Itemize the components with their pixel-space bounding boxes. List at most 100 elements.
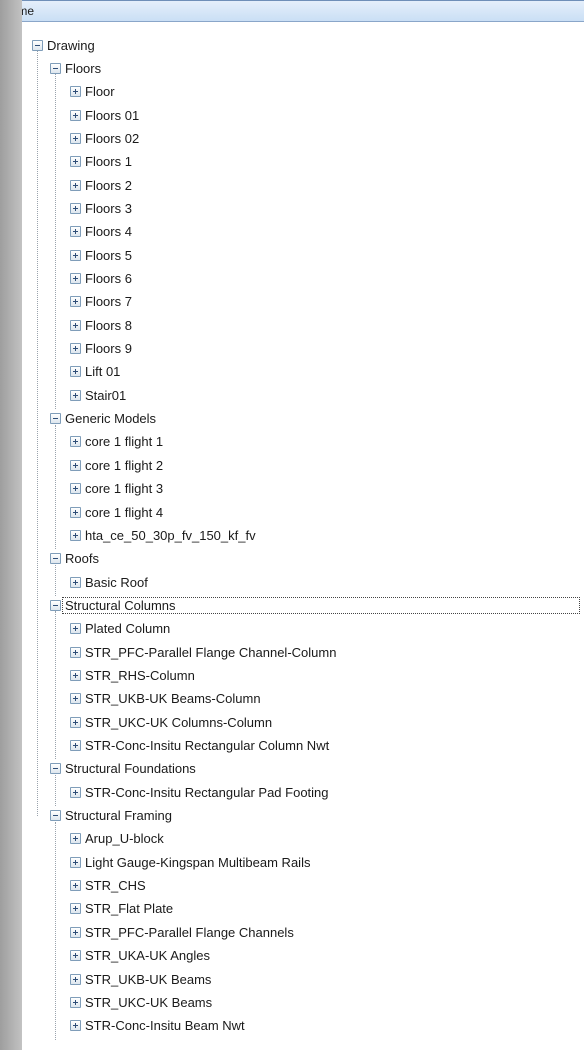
tree-node-label: Floors 3: [85, 200, 132, 216]
expand-icon[interactable]: [70, 1020, 81, 1032]
expand-icon[interactable]: [70, 249, 81, 261]
expand-icon[interactable]: [70, 319, 81, 331]
tree-node-structural-foundations[interactable]: Structural Foundations: [50, 760, 196, 778]
expand-icon[interactable]: [70, 950, 81, 962]
tree-node-floors-2[interactable]: Floors 2: [70, 176, 132, 194]
expand-icon[interactable]: [70, 833, 81, 845]
tree-node-str-ukb-uk-beams[interactable]: STR_UKB-UK Beams: [70, 970, 211, 988]
tree-node-str-ukc-uk-columns-column[interactable]: STR_UKC-UK Columns-Column: [70, 713, 272, 731]
tree-node-floors-8[interactable]: Floors 8: [70, 316, 132, 334]
tree-node-floors-1[interactable]: Floors 1: [70, 153, 132, 171]
tree-node-generic-models[interactable]: Generic Models: [50, 410, 156, 428]
expand-icon[interactable]: [70, 156, 81, 168]
collapse-icon[interactable]: [50, 599, 61, 611]
tree-node-core-1-flight-3[interactable]: core 1 flight 3: [70, 480, 163, 498]
expand-icon[interactable]: [70, 506, 81, 518]
tree-node-core-1-flight-4[interactable]: core 1 flight 4: [70, 503, 163, 521]
tree-node-str-uka-uk-angles[interactable]: STR_UKA-UK Angles: [70, 947, 210, 965]
expand-icon[interactable]: [70, 880, 81, 892]
expand-icon[interactable]: [70, 109, 81, 121]
tree-node-floors-4[interactable]: Floors 4: [70, 223, 132, 241]
collapse-icon[interactable]: [50, 763, 61, 775]
expand-icon[interactable]: [70, 856, 81, 868]
collapse-icon[interactable]: [50, 413, 61, 425]
tree-node-label: Structural Columns: [62, 596, 580, 614]
tree-node-floors-02[interactable]: Floors 02: [70, 129, 139, 147]
tree-node-label: STR_UKB-UK Beams-Column: [85, 691, 261, 707]
expand-icon[interactable]: [70, 366, 81, 378]
tree-node-floors-01[interactable]: Floors 01: [70, 106, 139, 124]
tree-node-floors-3[interactable]: Floors 3: [70, 199, 132, 217]
tree-node-stair01[interactable]: Stair01: [70, 386, 126, 404]
expand-icon[interactable]: [70, 296, 81, 308]
tree-node-floors[interactable]: Floors: [50, 59, 101, 77]
tree-node-structural-framing[interactable]: Structural Framing: [50, 807, 172, 825]
expand-icon[interactable]: [70, 996, 81, 1008]
expand-icon[interactable]: [70, 132, 81, 144]
tree-node-str-conc-insitu-rectangular-column-nwt[interactable]: STR-Conc-Insitu Rectangular Column Nwt: [70, 737, 329, 755]
expand-icon[interactable]: [70, 343, 81, 355]
tree-node-label: Drawing: [47, 37, 95, 53]
expand-icon[interactable]: [70, 669, 81, 681]
tree-node-str-conc-insitu-beam-nwt[interactable]: STR-Conc-Insitu Beam Nwt: [70, 1017, 245, 1035]
tree-node-core-1-flight-2[interactable]: core 1 flight 2: [70, 456, 163, 474]
expand-icon[interactable]: [70, 926, 81, 938]
tree-node-str-ukc-uk-beams[interactable]: STR_UKC-UK Beams: [70, 993, 212, 1011]
expand-icon[interactable]: [70, 459, 81, 471]
expand-icon[interactable]: [70, 179, 81, 191]
column-header[interactable]: Name: [22, 0, 584, 22]
tree-node-str-conc-insitu-rectangular-pad-footing[interactable]: STR-Conc-Insitu Rectangular Pad Footing: [70, 783, 329, 801]
expand-icon[interactable]: [70, 576, 81, 588]
expand-icon[interactable]: [70, 693, 81, 705]
expand-icon[interactable]: [70, 436, 81, 448]
tree-node-arup-u-block[interactable]: Arup_U-block: [70, 830, 164, 848]
tree-node-hta-ce-50-30p-fv-150-kf-fv[interactable]: hta_ce_50_30p_fv_150_kf_fv: [70, 526, 256, 544]
expand-icon[interactable]: [70, 903, 81, 915]
collapse-icon[interactable]: [50, 810, 61, 822]
tree-node-floors-7[interactable]: Floors 7: [70, 293, 132, 311]
expand-icon[interactable]: [70, 973, 81, 985]
expand-icon[interactable]: [70, 389, 81, 401]
tree-node-str-chs[interactable]: STR_CHS: [70, 877, 146, 895]
tree-node-str-ukb-uk-beams-column[interactable]: STR_UKB-UK Beams-Column: [70, 690, 261, 708]
tree-guide-line: [55, 821, 56, 1040]
tree-node-basic-roof[interactable]: Basic Roof: [70, 573, 148, 591]
tree-node-drawing[interactable]: Drawing: [32, 36, 95, 54]
expand-icon[interactable]: [70, 529, 81, 541]
tree-node-plated-column[interactable]: Plated Column: [70, 620, 170, 638]
tree-node-core-1-flight-1[interactable]: core 1 flight 1: [70, 433, 163, 451]
expand-icon[interactable]: [70, 786, 81, 798]
tree-node-floors-5[interactable]: Floors 5: [70, 246, 132, 264]
expand-icon[interactable]: [70, 202, 81, 214]
tree-node-label: STR_PFC-Parallel Flange Channels: [85, 924, 294, 940]
tree-node-str-pfc-parallel-flange-channel-column[interactable]: STR_PFC-Parallel Flange Channel-Column: [70, 643, 336, 661]
tree-node-label: Floors 01: [85, 107, 140, 123]
tree-guide-line: [55, 774, 56, 807]
expand-icon[interactable]: [70, 273, 81, 284]
expand-icon[interactable]: [70, 226, 81, 238]
tree-node-label: Floors: [65, 60, 102, 76]
expand-icon[interactable]: [70, 623, 81, 635]
tree-node-str-rhs-column[interactable]: STR_RHS-Column: [70, 666, 195, 684]
tree-view[interactable]: Drawing Floors Floor Floors 01 Floors 02 Floo…: [22, 0, 584, 1050]
collapse-icon[interactable]: [50, 553, 61, 565]
tree-node-floors-9[interactable]: Floors 9: [70, 340, 132, 358]
expand-icon[interactable]: [70, 86, 81, 98]
tree-node-lift-01[interactable]: Lift 01: [70, 363, 120, 381]
tree-node-label: Floors 7: [85, 294, 132, 310]
expand-icon[interactable]: [70, 483, 81, 495]
expand-icon[interactable]: [70, 740, 81, 751]
tree-node-floors-6[interactable]: Floors 6: [70, 270, 132, 288]
collapse-icon[interactable]: [50, 62, 61, 74]
collapse-icon[interactable]: [32, 39, 43, 51]
expand-icon[interactable]: [70, 646, 81, 658]
tree-node-label: core 1 flight 3: [85, 481, 164, 497]
tree-node-light-gauge-kingspan-multibeam-rails[interactable]: Light Gauge-Kingspan Multibeam Rails: [70, 853, 310, 871]
tree-node-str-pfc-parallel-flange-channels[interactable]: STR_PFC-Parallel Flange Channels: [70, 923, 294, 941]
tree-node-str-flat-plate[interactable]: STR_Flat Plate: [70, 900, 173, 918]
tree-node-floor[interactable]: Floor: [70, 83, 115, 101]
tree-node-structural-columns[interactable]: Structural Columns: [50, 596, 580, 614]
tree-node-roofs[interactable]: Roofs: [50, 550, 99, 568]
tree-node-label: Generic Models: [65, 411, 157, 427]
expand-icon[interactable]: [70, 716, 81, 728]
